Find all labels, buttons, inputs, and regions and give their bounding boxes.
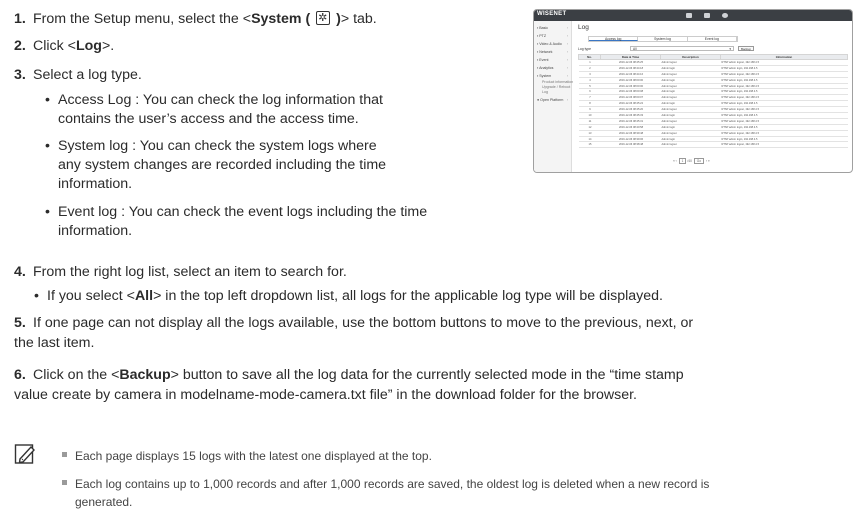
first-page-button[interactable]: « bbox=[673, 159, 675, 163]
sidebar-item-event[interactable]: ▪ Event › bbox=[537, 58, 568, 62]
bullet-system-log: • System log : You can check the system … bbox=[45, 138, 387, 192]
log-table: No. Date & Time Description Information … bbox=[578, 54, 848, 149]
tab-event-log[interactable]: Event log bbox=[688, 37, 737, 41]
log-page-screenshot: WISENET ▪ Basic › ▪ PTZ › ▪ Video & Audio ›… bbox=[533, 9, 853, 173]
screenshot-main: Log Access log System log Event log Log … bbox=[578, 23, 848, 172]
table-cell: RTSP admin logout, 192.168.4.5 bbox=[720, 141, 848, 149]
sidebar-item-video-audio[interactable]: ▪ Video & Audio › bbox=[537, 42, 568, 46]
step-number: 3. bbox=[14, 67, 26, 83]
step-3: 3. Select a log type. bbox=[14, 66, 142, 85]
step-number: 6. bbox=[14, 367, 26, 383]
step-number: 5. bbox=[14, 315, 26, 331]
log-type-label: Log type bbox=[578, 47, 592, 51]
step-1: 1. From the Setup menu, select the <Syste… bbox=[14, 9, 377, 29]
sidebar-item-system[interactable]: ▪ System › bbox=[537, 74, 568, 78]
step-text: From the Setup menu, select the <System … bbox=[33, 9, 377, 28]
table-cell: Admin logout bbox=[660, 141, 721, 149]
sidebar-item-basic[interactable]: ▪ Basic › bbox=[537, 26, 568, 30]
bullet-all-logs: • If you select <All> in the top left dr… bbox=[34, 288, 663, 304]
next-page-button[interactable]: › bbox=[706, 159, 707, 163]
sidebar-sub-log[interactable]: Log bbox=[542, 90, 548, 94]
step-6: 6. Click on the <Backup> button to save a… bbox=[14, 366, 684, 385]
sidebar-item-network[interactable]: ▪ Network › bbox=[537, 50, 568, 54]
prev-page-button[interactable]: ‹ bbox=[676, 159, 677, 163]
backup-button[interactable]: Backup bbox=[738, 46, 754, 51]
page-total: /40 bbox=[687, 159, 692, 163]
table-cell: 2016-12-06 08:38:48 bbox=[600, 141, 661, 149]
table-cell: 15 bbox=[578, 141, 601, 149]
step-4: 4. From the right log list, select an ite… bbox=[14, 263, 347, 282]
sidebar-sub-upgrade[interactable]: Upgrade / Reboot bbox=[542, 85, 570, 89]
log-tabs: Access log System log Event log bbox=[588, 36, 738, 42]
bullet-event-log: • Event log : You can check the event lo… bbox=[45, 204, 428, 239]
note-pencil-icon bbox=[14, 444, 35, 464]
step-text: From the right log list, select an item … bbox=[33, 264, 347, 280]
log-type-select[interactable]: All ▾ bbox=[630, 46, 734, 51]
pagination: « ‹ 1/40 Go › » bbox=[673, 158, 710, 164]
screenshot-sidebar: ▪ Basic › ▪ PTZ › ▪ Video & Audio › ▪ Netwo… bbox=[534, 21, 573, 172]
brand-logo: WISENET bbox=[537, 11, 567, 17]
tab-access-log[interactable]: Access log bbox=[589, 37, 639, 41]
step-5: 5. If one page can not display all the lo… bbox=[14, 314, 693, 333]
sidebar-sub-product-info[interactable]: Product information bbox=[542, 80, 573, 84]
step-text: Click on the <Backup> button to save all… bbox=[33, 367, 684, 383]
step-number: 1. bbox=[14, 11, 26, 27]
tab-system-log[interactable]: System log bbox=[638, 37, 688, 41]
play-icon bbox=[704, 13, 710, 18]
step-text: Select a log type. bbox=[33, 67, 142, 83]
table-row[interactable]: 15 2016-12-06 08:38:48 Admin logout RTSP ad… bbox=[578, 141, 848, 149]
step-text: Click <Log>. bbox=[33, 38, 115, 54]
step-number: 4. bbox=[14, 264, 26, 280]
step-6-cont: value create by camera in modelname-mode… bbox=[14, 387, 637, 403]
sidebar-item-ptz[interactable]: ▪ PTZ › bbox=[537, 34, 568, 38]
gear-icon bbox=[316, 9, 331, 28]
page-title: Log bbox=[578, 24, 589, 31]
screenshot-topbar: WISENET bbox=[534, 10, 852, 21]
go-button[interactable]: Go bbox=[693, 158, 704, 164]
step-2: 2. Click <Log>. bbox=[14, 37, 114, 56]
note-2: Each log contains up to 1,000 records an… bbox=[62, 475, 709, 511]
step-5-cont: the last item. bbox=[14, 335, 95, 351]
gear-icon bbox=[722, 13, 728, 18]
note-1: Each page displays 15 logs with the late… bbox=[62, 447, 432, 465]
step-number: 2. bbox=[14, 38, 26, 54]
sidebar-item-analytics[interactable]: ▪ Analytics › bbox=[537, 66, 568, 70]
monitor-icon bbox=[686, 13, 692, 18]
bullet-access-log: • Access Log : You can check the log inf… bbox=[45, 92, 383, 127]
step-text: If one page can not display all the logs… bbox=[33, 315, 694, 331]
last-page-button[interactable]: » bbox=[708, 159, 710, 163]
page-input[interactable]: 1 bbox=[678, 158, 687, 164]
sidebar-item-open-platform[interactable]: ● Open Platform › bbox=[537, 98, 568, 102]
